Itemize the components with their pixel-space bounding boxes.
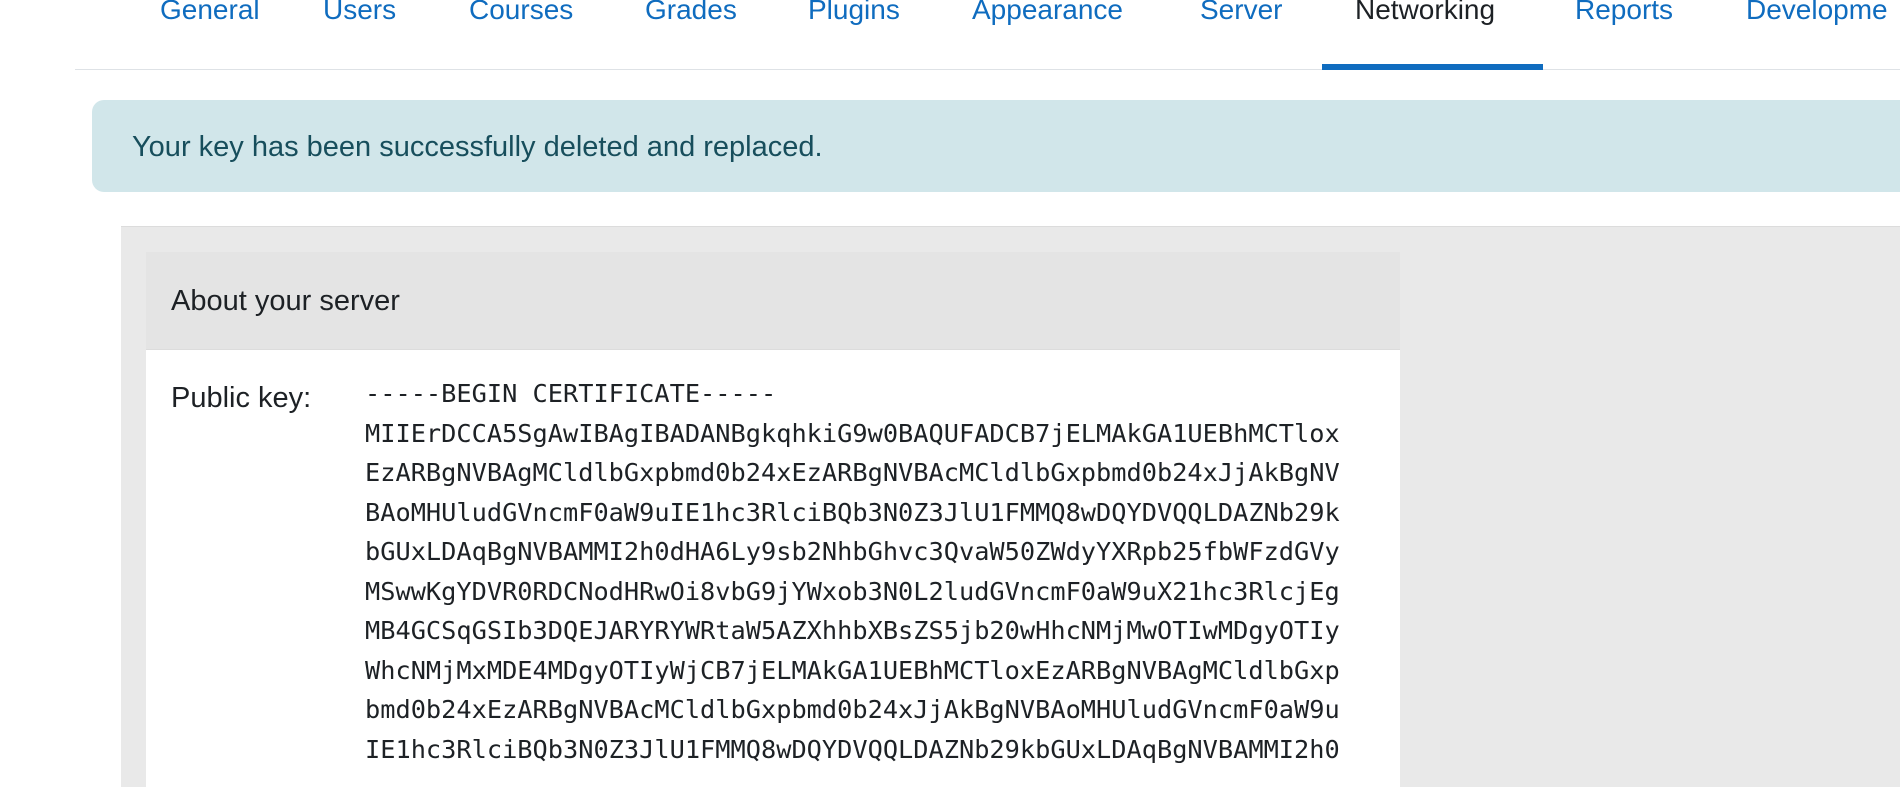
certificate-line: MIIErDCCA5SgAwIBAgIBADANBgkqhkiG9w0BAQUF… (365, 418, 1340, 448)
tab-server[interactable]: Server (1200, 0, 1300, 69)
certificate-line: EzARBgNVBAgMCldlbGxpbmd0b24xEzARBgNVBAcM… (365, 458, 1340, 487)
public-key-label: Public key: (171, 382, 312, 414)
certificate-line: bGUxLDAqBgNVBAMMI2h0dHA6Ly9sb2NhbGhvc3Qv… (365, 537, 1340, 566)
certificate-line: BAoMHUludGVncmF0aW9uIE1hc3RlciBQb3N0Z3Jl… (365, 497, 1340, 527)
about-server-card: About your server Public key: -----BEGIN… (146, 252, 1400, 812)
certificate-line: MSwwKgYDVR0RDCNodHRwOi8vbG9jYWxob3N0L2lu… (365, 576, 1340, 606)
certificate-line: IE1hc3RlciBQb3N0Z3JlU1FMMQ8wDQYDVQQLDAZN… (365, 734, 1340, 764)
tab-development[interactable]: Developme (1746, 0, 1900, 69)
alert-message: Your key has been successfully deleted a… (132, 131, 823, 163)
tab-courses[interactable]: Courses (469, 0, 589, 69)
public-key-certificate: -----BEGIN CERTIFICATE----- MIIErDCCA5Sg… (365, 374, 1340, 769)
tab-networking[interactable]: Networking (1322, 0, 1543, 70)
tab-plugins[interactable]: Plugins (808, 0, 918, 69)
admin-tab-bar: General Users Courses Grades Plugins App… (75, 0, 1900, 70)
tab-reports[interactable]: Reports (1575, 0, 1685, 69)
card-header: About your server (146, 252, 1400, 350)
tab-general[interactable]: General (160, 0, 270, 69)
certificate-line: WhcNMjMxMDE4MDgyOTIyWjCB7jELMAkGA1UEBhMC… (365, 655, 1340, 685)
card-title: About your server (171, 285, 400, 317)
certificate-line: MB4GCSqGSIb3DQEJARYRYWRtaW5AZXhhbXBsZS5j… (365, 616, 1340, 645)
tab-appearance[interactable]: Appearance (972, 0, 1142, 69)
tab-users[interactable]: Users (323, 0, 413, 69)
tab-grades[interactable]: Grades (645, 0, 750, 69)
certificate-line: -----BEGIN CERTIFICATE----- (365, 379, 777, 408)
certificate-line: bmd0b24xEzARBgNVBAcMCldlbGxpbmd0b24xJjAk… (365, 695, 1340, 724)
success-alert: Your key has been successfully deleted a… (92, 100, 1900, 192)
